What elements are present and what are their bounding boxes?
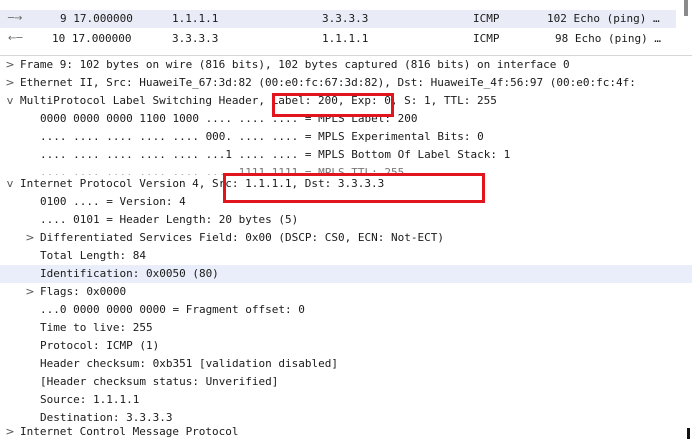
packet-row-10[interactable]: 10 17.000000 3.3.3.3 1.1.1.1 ICMP 98 Ech… bbox=[0, 30, 676, 48]
tree-line-fragment-offset[interactable]: ...0 0000 0000 0000 = Fragment offset: 0 bbox=[0, 301, 692, 319]
packet-info: 98 Echo (ping) … bbox=[555, 32, 661, 45]
tree-line-identification[interactable]: Identification: 0x0050 (80) bbox=[0, 265, 692, 283]
expand-arrow-icon[interactable]: > bbox=[4, 423, 16, 441]
tree-line-text: Internet Control Message Protocol bbox=[20, 425, 239, 438]
tree-line-text: Total Length: 84 bbox=[40, 249, 146, 262]
packet-no-time: 10 17.000000 bbox=[52, 32, 132, 45]
packet-protocol: ICMP bbox=[473, 12, 500, 25]
tree-line-frame[interactable]: > Frame 9: 102 bytes on wire (816 bits),… bbox=[0, 56, 692, 74]
expand-arrow-icon[interactable]: > bbox=[4, 56, 16, 74]
expand-arrow-icon[interactable]: > bbox=[24, 229, 36, 247]
packet-protocol: ICMP bbox=[473, 32, 500, 45]
tree-line-flags[interactable]: > Flags: 0x0000 bbox=[0, 283, 692, 301]
tree-line-protocol[interactable]: Protocol: ICMP (1) bbox=[0, 337, 692, 355]
tree-line-ethernet[interactable]: > Ethernet II, Src: HuaweiTe_67:3d:82 (0… bbox=[0, 74, 692, 92]
packet-destination: 3.3.3.3 bbox=[322, 12, 369, 25]
tree-line-checksum-status[interactable]: [Header checksum status: Unverified] bbox=[0, 373, 692, 391]
tree-line-text: Identification: 0x0050 (80) bbox=[40, 267, 219, 280]
tree-line-source[interactable]: Source: 1.1.1.1 bbox=[0, 391, 692, 409]
tree-line-text: Header checksum: 0xb351 [validation disa… bbox=[40, 357, 339, 370]
tree-line-text: 0100 .... = Version: 4 bbox=[40, 195, 186, 208]
packet-row-9[interactable]: 9 17.000000 1.1.1.1 3.3.3.3 ICMP 102 Ech… bbox=[0, 10, 676, 28]
ip-addresses-highlight-box bbox=[223, 173, 485, 203]
expand-arrow-icon[interactable]: > bbox=[24, 283, 36, 301]
packet-source: 3.3.3.3 bbox=[172, 32, 219, 45]
tree-line-icmp[interactable]: > Internet Control Message Protocol bbox=[0, 423, 692, 441]
packet-destination: 1.1.1.1 bbox=[322, 32, 369, 45]
tree-line-text: Time to live: 255 bbox=[40, 321, 153, 334]
tree-line-text: Protocol: ICMP (1) bbox=[40, 339, 160, 352]
mpls-label-highlight-box bbox=[272, 93, 394, 117]
tree-line-text: Flags: 0x0000 bbox=[40, 285, 127, 298]
tree-line-text: Frame 9: 102 bytes on wire (816 bits), 1… bbox=[20, 58, 570, 71]
tree-line-text: Source: 1.1.1.1 bbox=[40, 393, 140, 406]
tree-line-mpls-bos[interactable]: .... .... .... .... .... ...1 .... .... … bbox=[0, 146, 692, 164]
collapse-arrow-icon[interactable]: v bbox=[4, 175, 16, 193]
reply-arrow-icon bbox=[8, 30, 24, 48]
details-scroll-thumb[interactable] bbox=[687, 428, 690, 439]
tree-line-text: Differentiated Services Field: 0x00 (DSC… bbox=[40, 231, 444, 244]
packet-no-time: 9 17.000000 bbox=[60, 12, 133, 25]
packet-list-scrollbar[interactable] bbox=[684, 0, 688, 16]
packet-list-pane: 9 17.000000 1.1.1.1 3.3.3.3 ICMP 102 Ech… bbox=[0, 0, 692, 54]
request-arrow-icon bbox=[8, 10, 24, 28]
collapse-arrow-icon[interactable]: v bbox=[4, 92, 16, 110]
packet-details-pane: > Frame 9: 102 bytes on wire (816 bits),… bbox=[0, 55, 692, 441]
tree-line-text: .... .... .... .... .... 000. .... .... … bbox=[40, 130, 484, 143]
tree-line-text: [Header checksum status: Unverified] bbox=[40, 375, 279, 388]
packet-info: 102 Echo (ping) … bbox=[547, 12, 660, 25]
tree-line-text: Ethernet II, Src: HuaweiTe_67:3d:82 (00:… bbox=[20, 76, 636, 89]
tree-line-mpls-exp[interactable]: .... .... .... .... .... 000. .... .... … bbox=[0, 128, 692, 146]
tree-line-dsfield[interactable]: > Differentiated Services Field: 0x00 (D… bbox=[0, 229, 692, 247]
tree-line-text: MultiProtocol Label Switching Header, La… bbox=[20, 94, 497, 107]
previous-row-partial bbox=[0, 0, 692, 8]
tree-line-text: ...0 0000 0000 0000 = Fragment offset: 0 bbox=[40, 303, 305, 316]
packet-source: 1.1.1.1 bbox=[172, 12, 219, 25]
tree-line-ttl[interactable]: Time to live: 255 bbox=[0, 319, 692, 337]
tree-line-text: .... 0101 = Header Length: 20 bytes (5) bbox=[40, 213, 299, 226]
expand-arrow-icon[interactable]: > bbox=[4, 74, 16, 92]
tree-line-header-length[interactable]: .... 0101 = Header Length: 20 bytes (5) bbox=[0, 211, 692, 229]
tree-line-text: .... .... .... .... .... ...1 .... .... … bbox=[40, 148, 511, 161]
tree-line-checksum[interactable]: Header checksum: 0xb351 [validation disa… bbox=[0, 355, 692, 373]
tree-line-total-length[interactable]: Total Length: 84 bbox=[0, 247, 692, 265]
